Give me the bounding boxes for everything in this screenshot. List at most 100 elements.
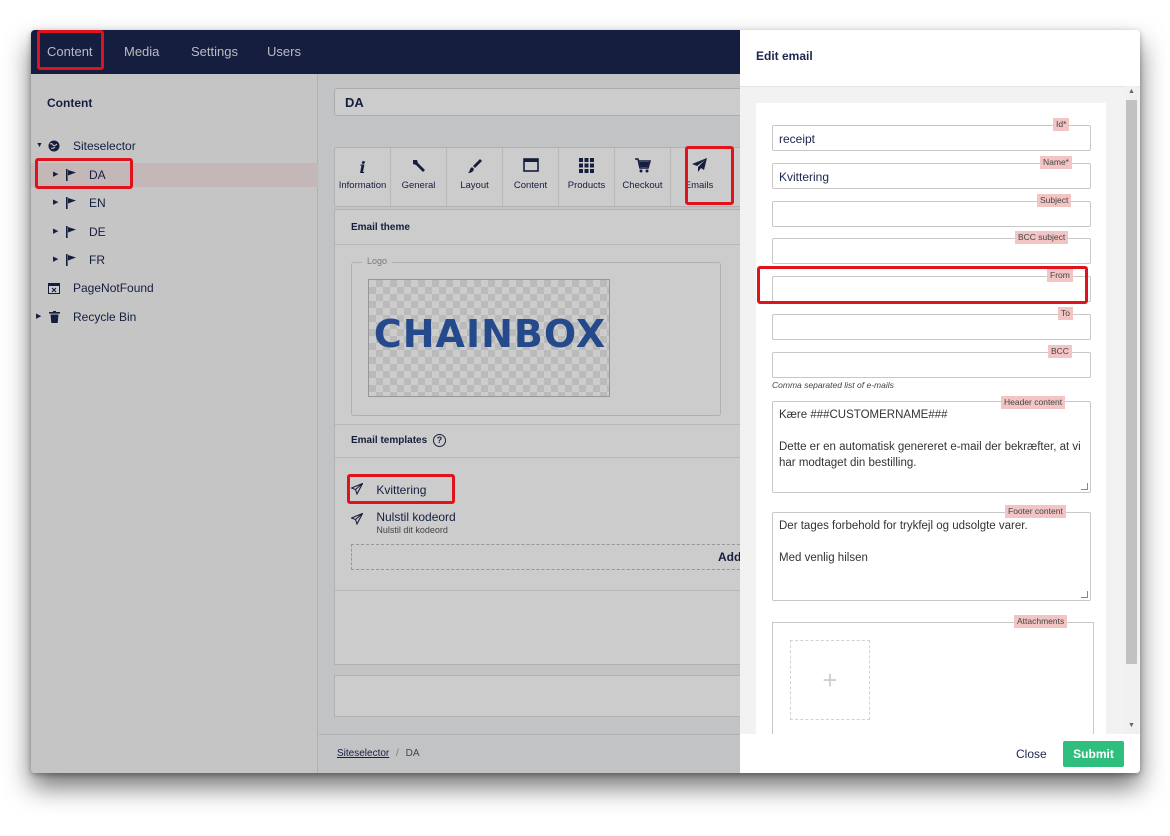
breadcrumb-current: DA (405, 748, 420, 759)
tab-label: Layout (460, 180, 489, 191)
header-content-textarea[interactable]: Kære ###CUSTOMERNAME### Dette er en auto… (772, 401, 1091, 493)
email-templates-label: Email templates (351, 435, 428, 447)
help-circle-icon[interactable]: ? (432, 434, 446, 447)
grid-icon (559, 158, 614, 178)
cart-icon (615, 158, 670, 178)
divider (335, 244, 755, 245)
tab-layout[interactable]: Layout (447, 148, 503, 206)
caret-right-icon[interactable]: ▶ (53, 248, 58, 272)
tab-general[interactable]: General (391, 148, 447, 206)
logo-legend: Logo (362, 256, 393, 266)
edit-email-form: receipt Id* Kvittering Name* Subject BCC… (756, 103, 1106, 735)
divider (319, 734, 740, 735)
to-label: To (1058, 307, 1073, 320)
tab-label: Products (567, 180, 606, 191)
template-item-nulstil-kodeord[interactable]: Nulstil kodeord Nulstil dit kodeord (349, 510, 456, 535)
paper-plane-icon (349, 512, 365, 528)
tree-label: Recycle Bin (73, 310, 137, 324)
header-content-label: Header content (1001, 396, 1066, 409)
logo-upload[interactable]: CHAINBOX (368, 279, 610, 397)
app-window: Content Media Settings Users Content ▼ S… (31, 30, 1140, 773)
sidebar-title: Content (47, 96, 93, 110)
footer-content-textarea[interactable]: Der tages forbehold for trykfejl og udso… (772, 512, 1091, 601)
add-attachment-button[interactable]: + (790, 640, 870, 720)
content-tree-sidebar: Content ▼ Siteselector ▶ DA ▶ EN ▶ DE ▶ … (31, 74, 318, 773)
close-button[interactable]: Close (1016, 747, 1047, 761)
from-input[interactable] (772, 276, 1091, 302)
globe-icon (47, 134, 61, 160)
scroll-up-arrow-icon[interactable]: ▲ (1128, 88, 1135, 95)
id-input[interactable]: receipt (772, 125, 1091, 151)
tree-item-en[interactable]: ▶ EN (31, 191, 318, 215)
tab-information[interactable]: i Information (335, 148, 391, 206)
settings-tabs: i Information General Layout Content Pro… (334, 147, 754, 207)
tab-label: Checkout (622, 180, 663, 191)
top-navigation: Content Media Settings Users (31, 30, 740, 74)
caret-right-icon[interactable]: ▶ (36, 305, 41, 329)
tree-item-fr[interactable]: ▶ FR (31, 248, 318, 272)
attachments-field: + (772, 622, 1094, 735)
flag-icon (64, 248, 78, 274)
tab-products[interactable]: Products (559, 148, 615, 206)
chainbox-logo: CHAINBOX (373, 312, 607, 356)
tree-item-da[interactable]: ▶ DA (31, 163, 318, 187)
empty-panel (334, 675, 754, 717)
tab-label: Emails (684, 180, 714, 191)
nav-media[interactable]: Media (124, 30, 159, 74)
nav-content[interactable]: Content (47, 30, 93, 74)
paper-plane-icon (671, 158, 727, 178)
nav-settings[interactable]: Settings (191, 30, 238, 74)
drawer-scrollbar[interactable]: ▲ ▼ (1125, 86, 1138, 734)
email-theme-heading: Email theme (351, 222, 410, 233)
template-title: Nulstil kodeord (376, 510, 456, 524)
scroll-thumb[interactable] (1126, 100, 1137, 664)
edit-email-drawer: Edit email receipt Id* Kvittering Name* … (740, 30, 1140, 773)
caret-right-icon[interactable]: ▶ (53, 191, 58, 215)
caret-right-icon[interactable]: ▶ (53, 163, 58, 187)
drawer-footer: Close Submit (740, 734, 1140, 773)
tree-item-recycle-bin[interactable]: ▶ Recycle Bin (31, 305, 318, 329)
tab-checkout[interactable]: Checkout (615, 148, 671, 206)
tree-label: DA (89, 168, 106, 182)
email-templates-heading: Email templates ? (351, 434, 446, 447)
tree-item-pagenotfound[interactable]: PageNotFound (31, 276, 318, 300)
paper-plane-icon (349, 482, 365, 498)
flag-icon (64, 220, 78, 246)
emails-panel: Email theme Logo CHAINBOX Email template… (334, 209, 755, 665)
submit-button[interactable]: Submit (1063, 741, 1124, 767)
caret-right-icon[interactable]: ▶ (53, 220, 58, 244)
template-title: Kvittering (376, 483, 427, 497)
bcc-input[interactable] (772, 352, 1091, 378)
brush-icon (447, 158, 502, 178)
caret-down-icon[interactable]: ▼ (36, 134, 43, 158)
logo-fieldset: Logo CHAINBOX (351, 256, 721, 416)
page-not-found-icon (47, 276, 61, 302)
breadcrumb-separator: / (396, 748, 399, 759)
tree-label: EN (89, 196, 106, 210)
trash-icon (47, 305, 61, 331)
add-label: Add (718, 550, 742, 564)
id-label: Id* (1053, 118, 1070, 131)
add-template-button[interactable]: Add (351, 544, 755, 570)
to-input[interactable] (772, 314, 1091, 340)
tree-item-siteselector[interactable]: ▼ Siteselector (31, 134, 318, 158)
tree-label: DE (89, 225, 106, 239)
flag-icon (64, 191, 78, 217)
node-name-input[interactable]: DA (334, 88, 754, 116)
nav-users[interactable]: Users (267, 30, 301, 74)
tab-content[interactable]: Content (503, 148, 559, 206)
template-item-kvittering[interactable]: Kvittering (349, 482, 427, 498)
scroll-down-arrow-icon[interactable]: ▼ (1128, 722, 1135, 729)
tab-emails[interactable]: Emails (671, 148, 727, 206)
name-label: Name* (1040, 156, 1072, 169)
drawer-title: Edit email (756, 49, 813, 63)
bcc-subject-label: BCC subject (1015, 231, 1069, 244)
tree-item-de[interactable]: ▶ DE (31, 220, 318, 244)
tree-label: PageNotFound (73, 281, 154, 295)
tab-label: Information (338, 180, 387, 191)
divider (335, 457, 755, 458)
from-label: From (1047, 269, 1073, 282)
cms-app: Content Media Settings Users Content ▼ S… (31, 30, 755, 773)
tree-label: Siteselector (73, 139, 136, 153)
breadcrumb-link[interactable]: Siteselector (337, 748, 389, 759)
